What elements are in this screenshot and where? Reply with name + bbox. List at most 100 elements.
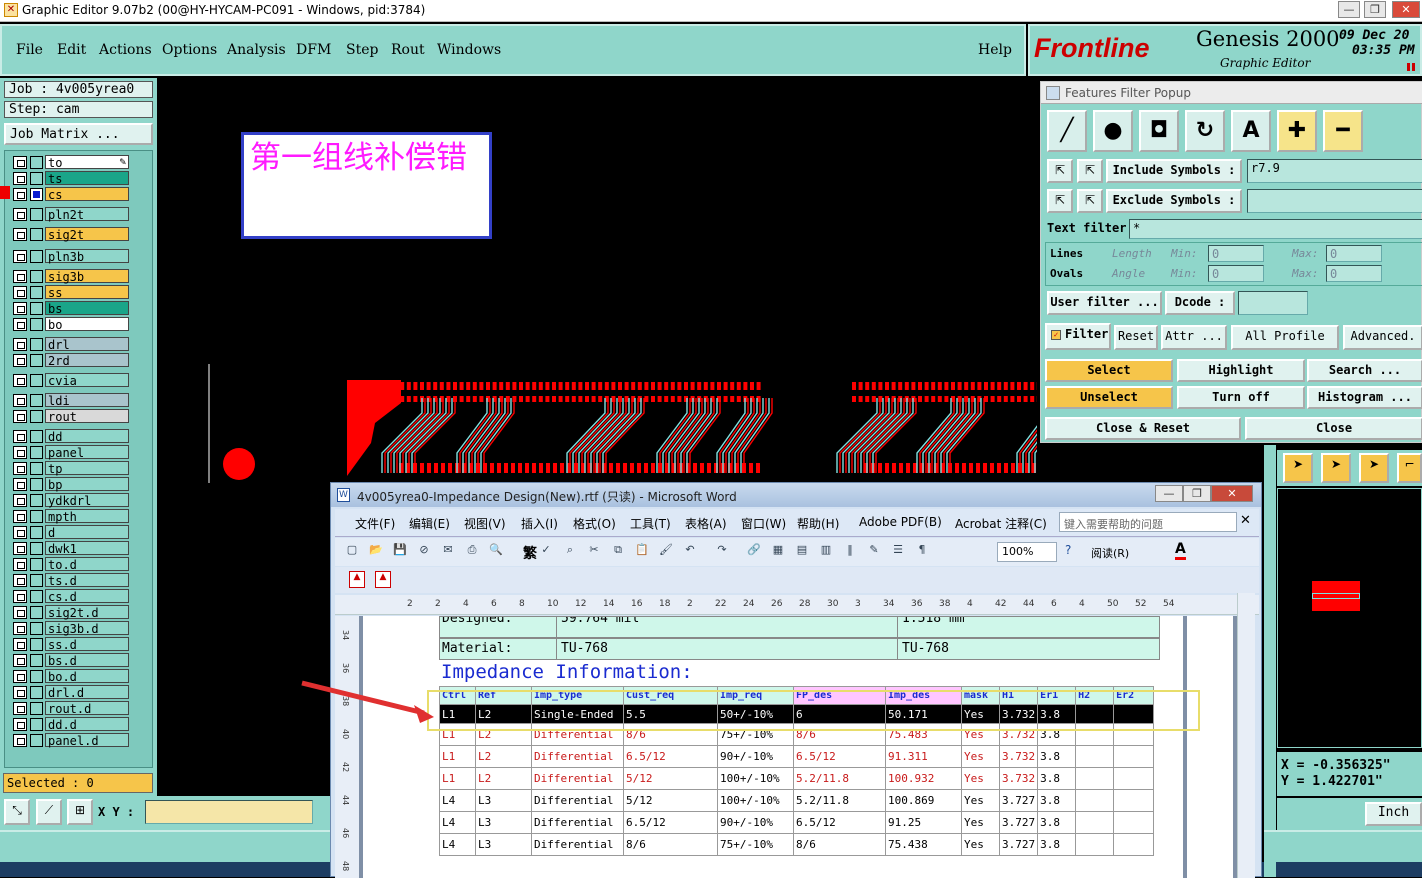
show-all-icon[interactable]: ¶ xyxy=(913,543,931,561)
layer-work-indicator[interactable] xyxy=(30,354,43,367)
layer-row-bo-d[interactable]: bo.d xyxy=(13,669,129,683)
unselect-button[interactable]: Unselect xyxy=(1045,386,1173,409)
layer-name[interactable]: cvia xyxy=(45,373,129,387)
traditional-chinese-button[interactable]: 繁 xyxy=(523,543,537,563)
layer-row-cs-d[interactable]: cs.d xyxy=(13,589,129,603)
layer-checkbox[interactable] xyxy=(13,318,27,331)
line-icon[interactable]: ╱ xyxy=(1047,110,1087,152)
turn-off-button[interactable]: Turn off xyxy=(1177,386,1305,409)
layer-name[interactable]: mpth xyxy=(45,509,129,523)
mini-view[interactable] xyxy=(1277,488,1422,748)
copy-icon[interactable]: ⧉ xyxy=(609,543,627,561)
layer-row-drl[interactable]: drl xyxy=(13,337,129,351)
word-menu-tools[interactable]: 工具(T) xyxy=(630,515,671,532)
dcode-input[interactable] xyxy=(1238,291,1308,315)
minimize-button[interactable]: — xyxy=(1338,1,1360,18)
layer-checkbox[interactable] xyxy=(13,156,27,169)
layer-checkbox[interactable] xyxy=(13,354,27,367)
word-menu-window[interactable]: 窗口(W) xyxy=(741,515,786,532)
layer-checkbox[interactable] xyxy=(13,670,27,683)
table-row[interactable]: L4L3Differential8/675+/-10%8/675.438Yes3… xyxy=(440,834,1154,856)
zoom-select[interactable]: 100% xyxy=(997,542,1057,562)
hyperlink-icon[interactable]: 🔗 xyxy=(745,543,763,561)
layer-name[interactable]: ts xyxy=(45,171,129,185)
spelling-icon[interactable]: ✓ xyxy=(537,543,555,561)
layer-work-indicator[interactable] xyxy=(30,462,43,475)
drawing-icon[interactable]: ✎ xyxy=(865,543,883,561)
layer-work-indicator[interactable] xyxy=(30,494,43,507)
layer-checkbox[interactable] xyxy=(13,510,27,523)
layer-checkbox[interactable] xyxy=(13,686,27,699)
layer-name[interactable]: dwk1 xyxy=(45,541,129,555)
layer-row-ss[interactable]: ss xyxy=(13,285,129,299)
layer-work-indicator[interactable] xyxy=(30,338,43,351)
plus-icon[interactable]: ✚ xyxy=(1277,110,1317,152)
layer-name[interactable]: ss xyxy=(45,285,129,299)
word-menu-edit[interactable]: 编辑(E) xyxy=(409,515,450,532)
layer-checkbox[interactable] xyxy=(13,590,27,603)
maximize-button[interactable]: ❐ xyxy=(1364,1,1386,18)
table-row[interactable]: L4L3Differential5/12100+/-10%5.2/11.8100… xyxy=(440,790,1154,812)
layer-name[interactable]: drl xyxy=(45,337,129,351)
layer-name[interactable]: drl.d xyxy=(45,685,129,699)
job-matrix-button[interactable]: Job Matrix ... xyxy=(4,123,153,145)
layer-row-bp[interactable]: bp xyxy=(13,477,129,491)
layer-name[interactable]: cs.d xyxy=(45,589,129,603)
layer-work-indicator[interactable] xyxy=(30,430,43,443)
layer-name[interactable]: panel xyxy=(45,445,129,459)
table-row[interactable]: L1L2Single-Ended5.550+/-10%650.171Yes3.7… xyxy=(440,705,1154,724)
layer-checkbox[interactable] xyxy=(13,702,27,715)
layer-name[interactable]: dd xyxy=(45,429,129,443)
layer-row-pln2t[interactable]: pln2t xyxy=(13,207,129,221)
layer-checkbox[interactable] xyxy=(13,558,27,571)
layer-work-indicator[interactable] xyxy=(30,478,43,491)
layer-row-mpth[interactable]: mpth xyxy=(13,509,129,523)
layer-name[interactable]: 2rd xyxy=(45,353,129,367)
word-menu-acrobat[interactable]: Acrobat 注释(C) xyxy=(955,515,1047,532)
menu-edit[interactable]: Edit xyxy=(57,42,86,58)
layer-name[interactable]: bo xyxy=(45,317,129,331)
word-maximize-button[interactable]: ❐ xyxy=(1183,485,1211,502)
undo-icon[interactable]: ↶ xyxy=(681,543,699,561)
pointer-select-icon[interactable]: ➤ xyxy=(1321,453,1351,483)
layer-checkbox[interactable] xyxy=(13,718,27,731)
print-icon[interactable]: ⎙ xyxy=(463,543,481,561)
close-doc-icon[interactable]: ✕ xyxy=(1240,513,1251,528)
menu-actions[interactable]: Actions xyxy=(99,42,152,58)
layer-checkbox[interactable] xyxy=(13,542,27,555)
layer-name[interactable]: ldi xyxy=(45,393,129,407)
layer-row-sig3b[interactable]: sig3b xyxy=(13,269,129,283)
layer-name[interactable]: tp xyxy=(45,461,129,475)
excel-icon[interactable]: ▥ xyxy=(817,543,835,561)
layer-name[interactable]: panel.d xyxy=(45,733,129,747)
pdf-mail-icon[interactable]: ▲ xyxy=(375,571,391,588)
layer-checkbox[interactable] xyxy=(13,270,27,283)
include-arrow-icon[interactable]: ⇱ xyxy=(1047,159,1073,183)
word-menu-file[interactable]: 文件(F) xyxy=(355,515,395,532)
word-scrollbar[interactable] xyxy=(1237,593,1255,878)
help-search-input[interactable]: 键入需要帮助的问题 xyxy=(1059,512,1237,532)
menu-windows[interactable]: Windows xyxy=(437,42,501,58)
layer-work-indicator[interactable] xyxy=(30,286,43,299)
layer-checkbox[interactable] xyxy=(13,622,27,635)
print-preview-icon[interactable]: 🔍 xyxy=(487,543,505,561)
layer-work-indicator[interactable] xyxy=(30,410,43,423)
layer-checkbox[interactable] xyxy=(13,410,27,423)
layer-work-indicator[interactable] xyxy=(30,270,43,283)
word-menu-adobe-pdf[interactable]: Adobe PDF(B) xyxy=(859,515,942,529)
include-symbols-input[interactable]: r7.9 xyxy=(1247,159,1422,183)
layer-row-ss-d[interactable]: ss.d xyxy=(13,637,129,651)
layer-name[interactable]: sig3b xyxy=(45,269,129,283)
layer-row-cvia[interactable]: cvia xyxy=(13,373,129,387)
menu-dfm[interactable]: DFM xyxy=(296,42,331,58)
table-row[interactable]: L1L2Differential8/675+/-10%8/675.483Yes3… xyxy=(440,724,1154,746)
highlight-button[interactable]: Highlight xyxy=(1177,359,1305,382)
layer-checkbox[interactable] xyxy=(13,338,27,351)
layer-name[interactable]: dd.d xyxy=(45,717,129,731)
layer-name[interactable]: bs.d xyxy=(45,653,129,667)
help-icon[interactable]: ? xyxy=(1065,543,1071,557)
pad-icon[interactable]: ● xyxy=(1093,110,1133,152)
layer-work-indicator[interactable] xyxy=(30,188,43,201)
layer-work-indicator[interactable] xyxy=(30,228,43,241)
layer-work-indicator[interactable] xyxy=(30,574,43,587)
